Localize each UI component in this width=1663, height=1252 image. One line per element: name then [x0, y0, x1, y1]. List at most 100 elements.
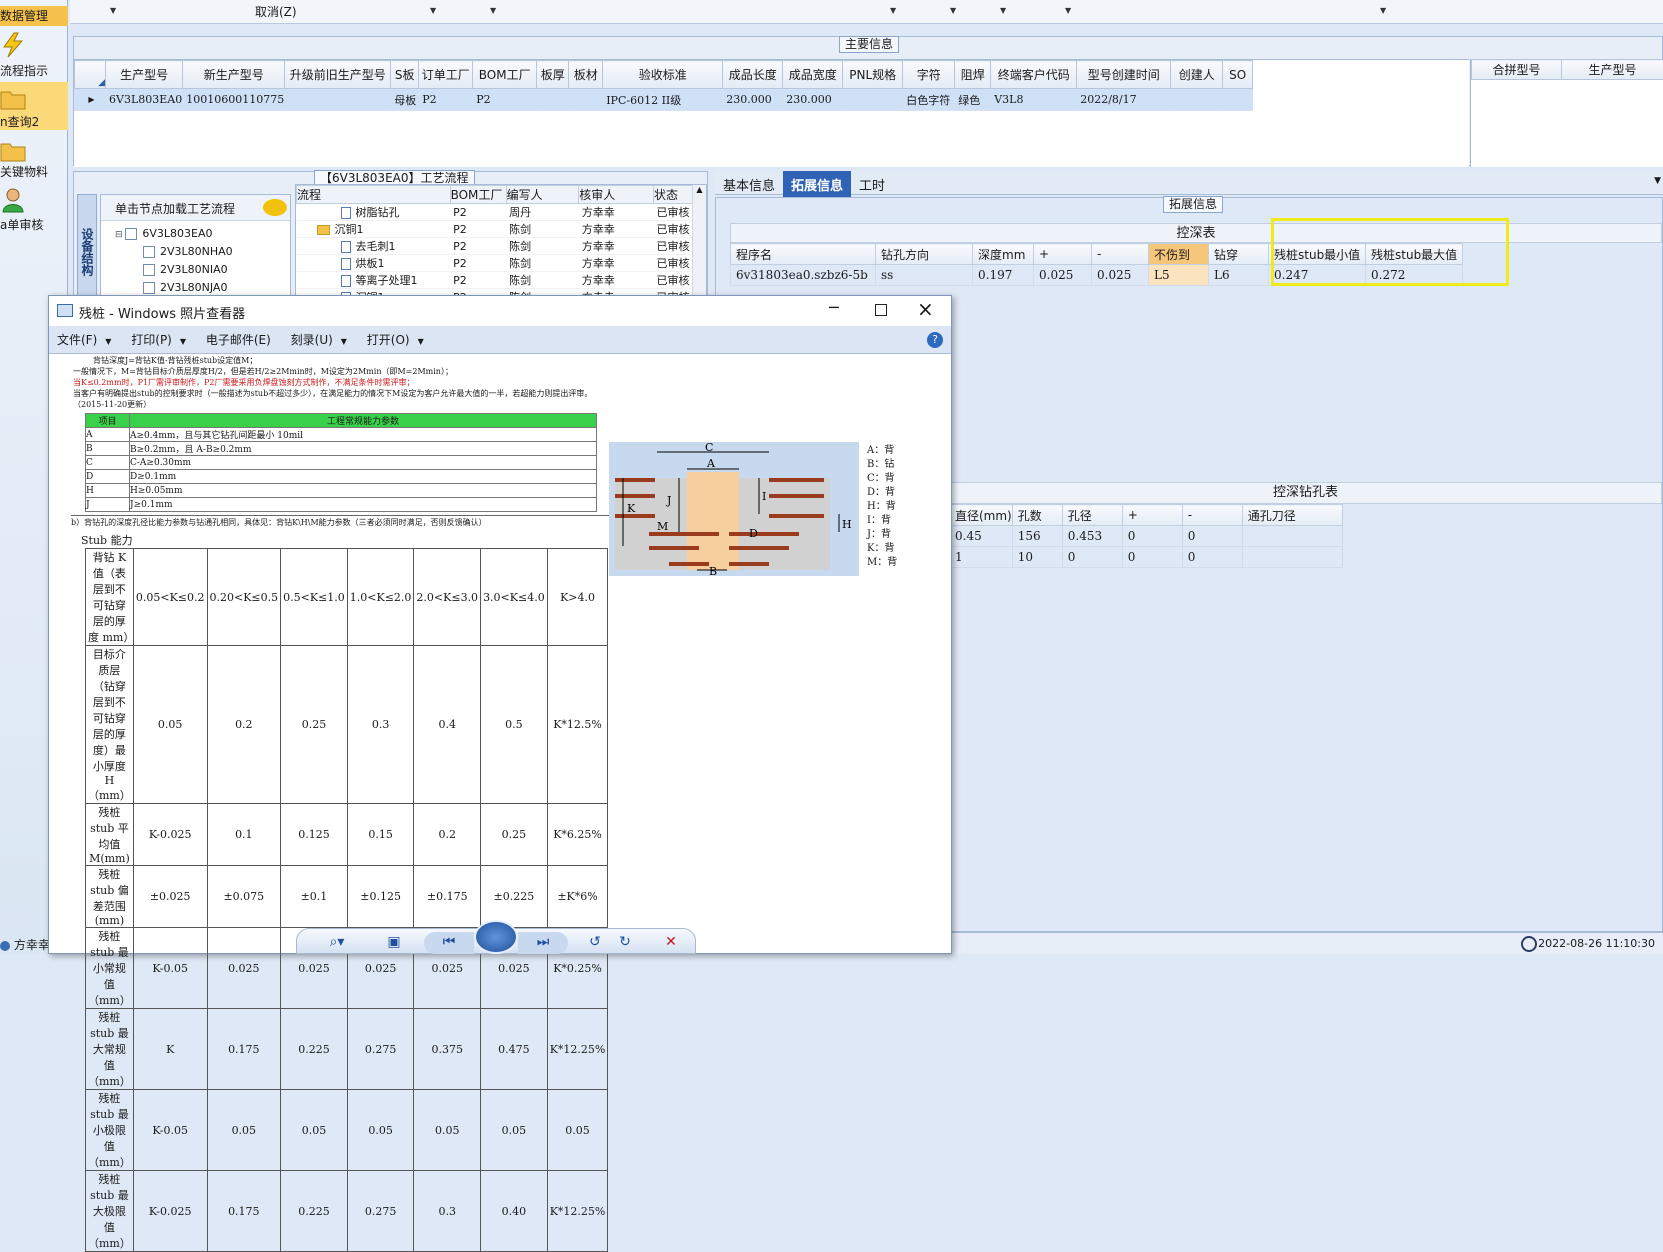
column-header[interactable]: 板材: [569, 61, 603, 89]
cancel-button[interactable]: 取消(Z): [255, 3, 297, 20]
table-cell[interactable]: [537, 89, 569, 111]
column-header[interactable]: 深度mm: [973, 244, 1034, 265]
menu-email[interactable]: 电子邮件(E): [198, 326, 279, 354]
tree-node-root[interactable]: ⊟ 6V3L803EA0: [115, 227, 213, 245]
table-row[interactable]: 烘板1P2陈剑方幸幸已审核: [297, 255, 708, 272]
nav-flow-guide[interactable]: 流程指示: [0, 30, 68, 80]
maximize-button[interactable]: [875, 304, 887, 316]
column-header[interactable]: 字符: [903, 61, 955, 89]
tree-node[interactable]: 2V3L80NHA0: [143, 245, 233, 263]
help-icon[interactable]: ?: [927, 332, 943, 348]
column-header[interactable]: 终端客户代码: [991, 61, 1077, 89]
nav-query2[interactable]: n查询2: [0, 82, 68, 130]
table-cell[interactable]: ss: [876, 265, 973, 286]
nav-data-management[interactable]: 数据管理: [0, 6, 68, 26]
table-cell[interactable]: 230.000: [783, 89, 843, 111]
table-cell[interactable]: [1223, 89, 1253, 111]
table-cell[interactable]: 0.197: [973, 265, 1034, 286]
column-header[interactable]: S板: [391, 61, 419, 89]
table-cell[interactable]: [569, 89, 603, 111]
tab-basic-info[interactable]: 基本信息: [715, 171, 783, 198]
rotate-left-icon[interactable]: ↺: [584, 932, 606, 954]
table-row[interactable]: ▶6V3L803EA010010600110775母板P2P2IPC-6012 …: [75, 89, 1253, 111]
table-cell[interactable]: [843, 89, 903, 111]
chevron-down-icon[interactable]: ▼: [1380, 6, 1386, 15]
column-header[interactable]: 升级前旧生产型号: [285, 61, 391, 89]
table-cell[interactable]: 绿色: [955, 89, 991, 111]
table-cell[interactable]: 0: [1122, 526, 1182, 547]
table-cell[interactable]: 母板: [391, 89, 419, 111]
table-row[interactable]: 等离子处理1P2陈剑方幸幸已审核: [297, 272, 708, 289]
table-row[interactable]: 110000: [950, 547, 1343, 568]
table-cell[interactable]: 156: [1012, 526, 1062, 547]
column-header[interactable]: 生产型号: [1562, 60, 1663, 80]
table-cell[interactable]: 1: [950, 547, 1013, 568]
table-row[interactable]: 树脂钻孔P2周丹方幸幸已审核: [297, 204, 708, 221]
column-header[interactable]: 流程: [297, 186, 451, 204]
device-structure-tab[interactable]: 设备结构: [77, 194, 97, 302]
column-header[interactable]: 程序名: [731, 244, 876, 265]
table-cell[interactable]: 0.45: [950, 526, 1013, 547]
zoom-icon[interactable]: ⌕▾: [322, 932, 352, 954]
tab-extended-info[interactable]: 拓展信息: [783, 171, 851, 198]
table-cell[interactable]: [285, 89, 391, 111]
column-header[interactable]: 生产型号: [106, 61, 183, 89]
chevron-down-icon[interactable]: ▼: [490, 6, 496, 15]
next-icon[interactable]: ⏭: [518, 932, 568, 954]
fit-window-icon[interactable]: ▣: [382, 932, 406, 954]
checkbox[interactable]: [143, 282, 155, 294]
column-header[interactable]: 新生产型号: [183, 61, 285, 89]
column-header[interactable]: 创建人: [1171, 61, 1223, 89]
column-header[interactable]: 成品宽度: [783, 61, 843, 89]
table-row[interactable]: 沉铜1P2陈剑方幸幸已审核: [297, 221, 708, 238]
column-header[interactable]: BOM工厂: [473, 61, 537, 89]
table-cell[interactable]: L6: [1209, 265, 1269, 286]
checkbox[interactable]: [143, 246, 155, 258]
checkbox[interactable]: [125, 228, 137, 240]
column-header[interactable]: 板厚: [537, 61, 569, 89]
column-header[interactable]: 不伤到: [1149, 244, 1209, 265]
chevron-down-icon[interactable]: ▼: [110, 6, 116, 15]
column-header[interactable]: +: [1034, 244, 1092, 265]
chevron-down-icon[interactable]: ▼: [950, 6, 956, 15]
minimize-button[interactable]: ─: [829, 298, 839, 317]
table-cell[interactable]: 白色字符: [903, 89, 955, 111]
table-cell[interactable]: 6v31803ea0.szbz6-5b: [731, 265, 876, 286]
table-cell[interactable]: 0.025: [1092, 265, 1149, 286]
table-cell[interactable]: [1242, 526, 1342, 547]
column-header[interactable]: -: [1182, 505, 1242, 526]
column-header[interactable]: 编写人: [506, 186, 579, 204]
table-cell[interactable]: 10: [1012, 547, 1062, 568]
table-cell[interactable]: [1242, 547, 1342, 568]
column-header[interactable]: -: [1092, 244, 1149, 265]
chevron-down-icon[interactable]: ▼: [890, 6, 896, 15]
column-header[interactable]: 通孔刀径: [1242, 505, 1342, 526]
tab-work-hours[interactable]: 工时: [851, 171, 893, 198]
nav-order-review[interactable]: a单审核: [0, 185, 68, 233]
column-header[interactable]: 钻穿: [1209, 244, 1269, 265]
table-cell[interactable]: V3L8: [991, 89, 1077, 111]
delete-icon[interactable]: ✕: [660, 932, 682, 954]
table-cell[interactable]: 0: [1122, 547, 1182, 568]
table-cell[interactable]: [1171, 89, 1223, 111]
column-header[interactable]: SO: [1223, 61, 1253, 89]
chevron-down-icon[interactable]: ▼: [1654, 176, 1661, 186]
column-header[interactable]: 孔径: [1062, 505, 1122, 526]
table-cell[interactable]: 2022/8/17: [1077, 89, 1171, 111]
column-header[interactable]: 成品长度: [723, 61, 783, 89]
table-cell[interactable]: P2: [419, 89, 473, 111]
table-cell[interactable]: 0.453: [1062, 526, 1122, 547]
chevron-down-icon[interactable]: ▼: [1000, 6, 1006, 15]
table-row[interactable]: 0.451560.45300: [950, 526, 1343, 547]
column-header[interactable]: 钻孔方向: [876, 244, 973, 265]
table-cell[interactable]: 0: [1182, 547, 1242, 568]
close-button[interactable]: ×: [917, 297, 934, 321]
table-cell[interactable]: 6V3L803EA0: [106, 89, 183, 111]
nav-key-material[interactable]: 关键物料: [0, 135, 68, 180]
slideshow-button[interactable]: [474, 920, 518, 954]
table-cell[interactable]: 0.025: [1034, 265, 1092, 286]
column-header[interactable]: 验收标准: [603, 61, 723, 89]
tree-node[interactable]: 2V3L80NIA0: [143, 263, 228, 281]
table-cell[interactable]: 0: [1062, 547, 1122, 568]
table-cell[interactable]: 230.000: [723, 89, 783, 111]
